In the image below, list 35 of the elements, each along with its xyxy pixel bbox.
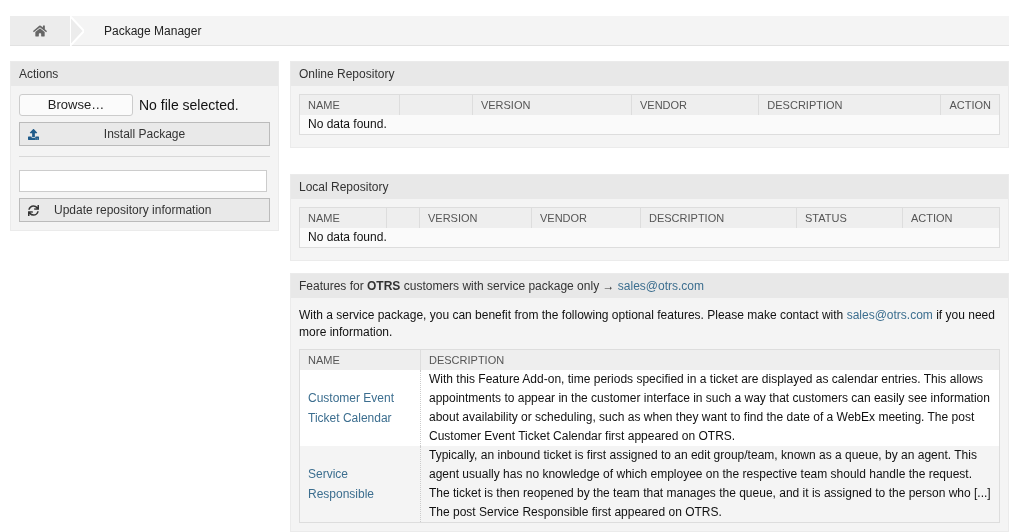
repository-field[interactable]	[19, 170, 267, 192]
email-link[interactable]: sales@otrs.com	[846, 308, 933, 322]
file-status: No file selected.	[139, 95, 239, 115]
column-header: ACTION	[902, 207, 1000, 228]
panel-title: Actions	[19, 66, 59, 83]
column-header: VENDOR	[531, 207, 641, 228]
column-header: STATUS	[796, 207, 903, 228]
column-header: NAME	[299, 349, 421, 370]
breadcrumb-title: Package Manager	[104, 22, 202, 40]
panel-title: Local Repository	[299, 179, 389, 196]
intro-paragraph: With a service package, you can benefit from the following optional features. Please make contact with sales@otrs.com if you need more information.	[299, 307, 996, 341]
column-header: VERSION	[472, 94, 632, 115]
panel-title: Features for OTRS customers with service package only → sales@otrs.com	[299, 278, 704, 295]
browse-button[interactable]: Browse…	[19, 94, 133, 116]
upload-icon	[28, 128, 39, 140]
home-icon	[33, 23, 47, 38]
column-header: NAME	[299, 207, 387, 228]
column-header: NAME	[299, 94, 400, 115]
feature-link[interactable]: Service Responsible	[308, 463, 412, 504]
column-header: DESCRIPTION	[758, 94, 941, 115]
column-header: VERSION	[419, 207, 532, 228]
column-header: DESCRIPTION	[640, 207, 797, 228]
table-cell: No data found.	[299, 227, 1000, 248]
install-package-button[interactable]: Install Package	[19, 122, 270, 146]
table-cell: With this Feature Add-on, time periods specified in a ticket are displayed as calendar entries. This allows appointments to appear in the customer interface in such a way that customers can easily see information about availability or scheduling, such as when they want to find the date of a WebEx meeting. The post Customer Event Ticket Calendar first appeared on OTRS.	[420, 369, 1000, 446]
email-link[interactable]: sales@otrs.com	[617, 279, 704, 293]
update-repository-button[interactable]: Update repository information	[19, 198, 270, 222]
table-cell: No data found.	[299, 114, 1000, 135]
column-header: VENDOR	[631, 94, 759, 115]
feature-link[interactable]: Customer Event Ticket Calendar	[308, 387, 412, 428]
table-cell: Typically, an inbound ticket is first assigned to an edit group/team, known as a queue, by an agent. This agent usually has no knowledge of which employee on the respective team should handle the request. The ticket is then reopened by the team that manages the queue, and it is assigned to the person who [...] The post Service Responsible first appeared on OTRS.	[420, 445, 1000, 522]
column-header: DESCRIPTION	[420, 349, 1000, 370]
refresh-icon	[28, 204, 39, 216]
column-header: ACTION	[940, 94, 1000, 115]
panel-title: Online Repository	[299, 66, 395, 83]
